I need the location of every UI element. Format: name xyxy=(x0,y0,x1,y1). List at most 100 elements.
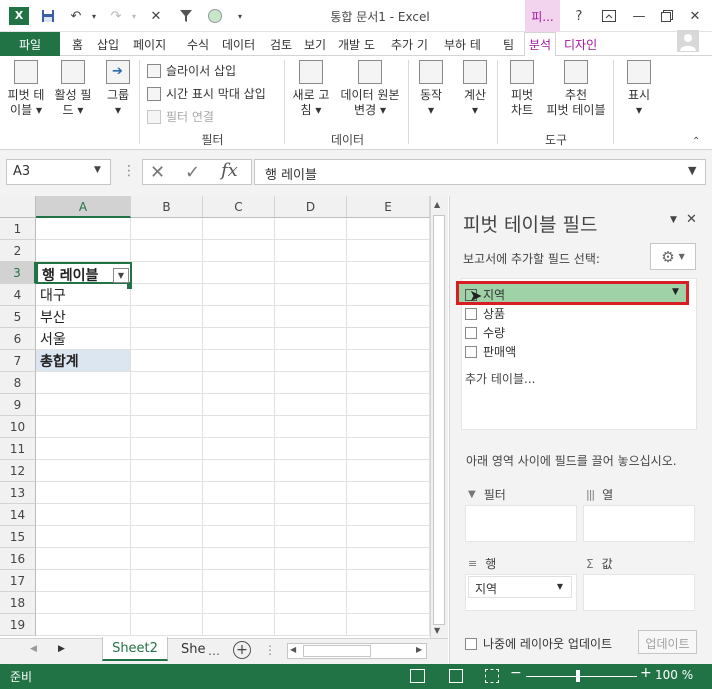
tab-insert[interactable]: 삽입 xyxy=(97,36,119,53)
restore-icon[interactable] xyxy=(654,4,680,28)
grid-cell[interactable] xyxy=(131,240,203,262)
window-close-icon[interactable]: ✕ xyxy=(682,4,708,28)
column-header-d[interactable]: D xyxy=(275,196,347,218)
grid-cell[interactable] xyxy=(347,438,430,460)
grid-cell[interactable] xyxy=(36,548,131,570)
grid-cell[interactable] xyxy=(131,504,203,526)
grid-cell[interactable] xyxy=(203,350,275,372)
worksheet-grid[interactable]: A B C D E 행 레이블 대구 부산 서울 총합계 1 2 3 4 5 6 7 8 9 10… xyxy=(0,196,430,638)
grid-cell[interactable] xyxy=(347,306,430,328)
sheet-prev-icon[interactable]: ◀ xyxy=(30,644,37,654)
row-header[interactable]: 16 xyxy=(0,548,36,570)
grid-cell[interactable] xyxy=(203,372,275,394)
sheet-tab-other[interactable]: She xyxy=(181,642,206,657)
insert-function-icon[interactable]: fx xyxy=(221,160,238,181)
field-item-product[interactable]: 상품 xyxy=(465,305,505,322)
tab-file[interactable]: 파일 xyxy=(0,32,60,56)
zoom-slider[interactable] xyxy=(526,676,637,677)
column-header-a[interactable]: A xyxy=(36,196,131,218)
columns-drop-zone[interactable] xyxy=(583,505,695,542)
add-sheet-icon[interactable]: + xyxy=(233,641,251,659)
row-header[interactable]: 12 xyxy=(0,460,36,482)
grid-cell[interactable] xyxy=(275,218,347,240)
grid-cell[interactable] xyxy=(347,240,430,262)
field-checkbox[interactable] xyxy=(465,345,477,358)
grid-cell[interactable] xyxy=(36,240,131,262)
check-icon[interactable]: ✓ xyxy=(185,162,200,183)
row-label-filter-dropdown[interactable]: ▼ xyxy=(113,268,129,283)
grid-cell[interactable] xyxy=(36,482,131,504)
grid-cell[interactable] xyxy=(347,526,430,548)
grid-cell[interactable] xyxy=(203,284,275,306)
grid-cell[interactable] xyxy=(347,548,430,570)
grid-cell[interactable] xyxy=(36,614,131,636)
circle-icon[interactable] xyxy=(205,6,225,26)
row-header[interactable]: 7 xyxy=(0,350,36,372)
defer-layout-checkbox[interactable]: 나중에 레이아웃 업데이트 xyxy=(465,635,612,652)
grid-cell[interactable] xyxy=(203,482,275,504)
filter-connections-button[interactable]: 필터 연결 xyxy=(147,108,214,125)
grid-cell[interactable] xyxy=(203,526,275,548)
filter-icon[interactable] xyxy=(176,6,196,26)
grid-cell[interactable] xyxy=(275,592,347,614)
grid-cell[interactable] xyxy=(131,350,203,372)
pane-options-icon[interactable]: ▼ xyxy=(670,215,677,225)
grid-cell[interactable] xyxy=(275,482,347,504)
avatar[interactable] xyxy=(677,30,699,52)
grid-cell[interactable] xyxy=(275,262,347,284)
vertical-scroll-thumb[interactable] xyxy=(433,215,445,625)
customize-qat-icon[interactable]: ▾ xyxy=(230,6,250,26)
sheet-tab-sheet2[interactable]: Sheet2 xyxy=(102,637,168,661)
row-header[interactable]: 15 xyxy=(0,526,36,548)
calculations-button[interactable]: 계산 ▾ xyxy=(456,60,494,118)
grid-cell[interactable] xyxy=(203,548,275,570)
grid-cell[interactable] xyxy=(275,350,347,372)
row-header[interactable]: 11 xyxy=(0,438,36,460)
row-header[interactable]: 6 xyxy=(0,328,36,350)
cancel-icon[interactable]: ✕ xyxy=(150,162,165,183)
grid-cell[interactable] xyxy=(203,262,275,284)
tools-settings-button[interactable]: ⚙ ▼ xyxy=(650,243,696,270)
row-header[interactable]: 9 xyxy=(0,394,36,416)
cell-a6[interactable]: 서울 xyxy=(36,328,131,350)
row-header[interactable]: 17 xyxy=(0,570,36,592)
grid-cell[interactable] xyxy=(275,438,347,460)
sheet-next-icon[interactable]: ▶ xyxy=(58,644,65,654)
pane-close-icon[interactable]: ✕ xyxy=(686,212,697,227)
grid-cell[interactable] xyxy=(131,306,203,328)
grid-cell[interactable] xyxy=(203,460,275,482)
grid-cell[interactable] xyxy=(203,306,275,328)
grid-cell[interactable] xyxy=(203,394,275,416)
grid-cell[interactable] xyxy=(275,504,347,526)
expand-formula-icon[interactable]: ▼ xyxy=(688,164,696,177)
grid-cell[interactable] xyxy=(275,526,347,548)
tab-team[interactable]: 팀 xyxy=(503,36,514,53)
grid-cell[interactable] xyxy=(131,416,203,438)
normal-view-icon[interactable] xyxy=(410,669,425,683)
grid-cell[interactable] xyxy=(131,284,203,306)
row-header[interactable]: 3 xyxy=(0,262,36,284)
filters-drop-zone[interactable] xyxy=(465,505,577,542)
grid-cell[interactable] xyxy=(203,438,275,460)
update-button[interactable]: 업데이트 xyxy=(638,630,697,654)
grid-cell[interactable] xyxy=(203,218,275,240)
grid-cell[interactable] xyxy=(131,482,203,504)
grid-cell[interactable] xyxy=(131,438,203,460)
page-layout-view-icon[interactable] xyxy=(449,669,463,683)
grid-cell[interactable] xyxy=(275,416,347,438)
row-header[interactable]: 4 xyxy=(0,284,36,306)
tab-page-layout[interactable]: 페이지 xyxy=(133,36,166,53)
tab-developer[interactable]: 개발 도 xyxy=(338,36,375,53)
grid-cell[interactable] xyxy=(36,416,131,438)
insert-timeline-button[interactable]: 시간 표시 막대 삽입 xyxy=(147,85,266,102)
grid-cell[interactable] xyxy=(36,526,131,548)
column-header-e[interactable]: E xyxy=(347,196,430,218)
grid-cell[interactable] xyxy=(131,394,203,416)
grid-cell[interactable] xyxy=(131,372,203,394)
grid-cell[interactable] xyxy=(203,614,275,636)
grid-cell[interactable] xyxy=(347,614,430,636)
grid-cell[interactable] xyxy=(275,548,347,570)
more-tables-link[interactable]: 추가 테이블... xyxy=(465,370,535,387)
grid-cell[interactable] xyxy=(275,328,347,350)
pivot-table-button[interactable]: 피벗 테 이블 ▾ xyxy=(4,60,48,118)
